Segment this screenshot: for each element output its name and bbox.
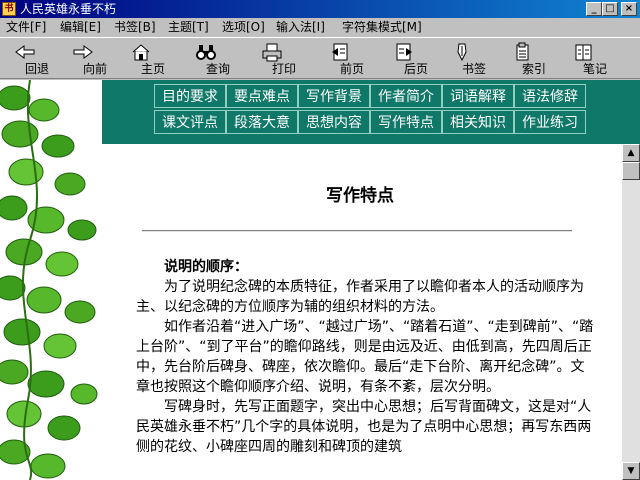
ivy-leaves-decoration bbox=[0, 80, 102, 480]
article-body: 说明的顺序： 为了说明纪念碑的本质特征，作者采用了以瞻仰者本人的活动顺序为主、以… bbox=[136, 257, 596, 457]
paragraph-3: 写碑身时，先写正面题字，突出中心思想；后写背面碑文，这是对“人民英雄永垂不朽”几… bbox=[136, 399, 592, 455]
printer-icon bbox=[262, 43, 282, 62]
forward-arrow-icon bbox=[73, 45, 93, 59]
prev-page-icon bbox=[332, 43, 348, 61]
notes-icon bbox=[575, 44, 592, 61]
divider bbox=[142, 230, 572, 232]
notes-button[interactable]: 笔记 bbox=[571, 40, 619, 78]
page-title: 写作特点 bbox=[326, 186, 394, 206]
menu-options[interactable]: 选项[O] bbox=[222, 20, 265, 34]
close-button[interactable]: × bbox=[621, 2, 637, 16]
toolbar: 回退 向前 主页 查询 打印 前页 后页 书签 索引 笔记 bbox=[0, 37, 640, 79]
home-icon bbox=[132, 44, 150, 61]
content-area: 目的要求 要点难点 写作背景 作者简介 词语解释 语法修辞 课文评点 段落大意 … bbox=[0, 80, 622, 480]
nav-paragraph-summary[interactable]: 段落大意 bbox=[226, 110, 298, 134]
nav-key-points[interactable]: 要点难点 bbox=[226, 84, 298, 108]
print-label: 打印 bbox=[271, 62, 296, 76]
bookmark-button[interactable]: 书签 bbox=[450, 40, 498, 78]
index-label: 索引 bbox=[521, 62, 546, 76]
bookmark-label: 书签 bbox=[461, 62, 486, 76]
title-bar: 书 人民英雄永垂不朽 _ □ × bbox=[0, 0, 640, 18]
home-label: 主页 bbox=[140, 62, 165, 76]
search-button[interactable]: 查询 bbox=[194, 40, 242, 78]
nav-commentary[interactable]: 课文评点 bbox=[154, 110, 226, 134]
window-title: 人民英雄永垂不朽 bbox=[20, 2, 117, 16]
menu-charset[interactable]: 字符集模式[M] bbox=[342, 20, 422, 34]
nav-ideas[interactable]: 思想内容 bbox=[298, 110, 370, 134]
nav-writing-features[interactable]: 写作特点 bbox=[370, 110, 442, 134]
index-icon bbox=[516, 42, 529, 61]
scroll-thumb[interactable] bbox=[622, 162, 640, 180]
minimize-button[interactable]: _ bbox=[586, 2, 602, 16]
section-nav-panel: 目的要求 要点难点 写作背景 作者简介 词语解释 语法修辞 课文评点 段落大意 … bbox=[102, 80, 622, 144]
menu-edit[interactable]: 编辑[E] bbox=[60, 20, 101, 34]
forward-label: 向前 bbox=[82, 62, 107, 76]
nav-panel-extension bbox=[622, 80, 640, 144]
home-button[interactable]: 主页 bbox=[129, 40, 177, 78]
vertical-scrollbar[interactable]: ▲ ▼ bbox=[622, 144, 640, 480]
binoculars-icon bbox=[196, 45, 216, 60]
nav-related[interactable]: 相关知识 bbox=[442, 110, 514, 134]
nav-background[interactable]: 写作背景 bbox=[298, 84, 370, 108]
nav-homework[interactable]: 作业练习 bbox=[514, 110, 586, 134]
nav-author[interactable]: 作者简介 bbox=[370, 84, 442, 108]
menu-topic[interactable]: 主题[T] bbox=[168, 20, 209, 34]
nav-vocabulary[interactable]: 词语解释 bbox=[442, 84, 514, 108]
back-label: 回退 bbox=[24, 62, 49, 76]
next-page-button[interactable]: 后页 bbox=[392, 40, 440, 78]
prev-page-label: 前页 bbox=[339, 62, 364, 76]
nav-grammar[interactable]: 语法修辞 bbox=[514, 84, 586, 108]
print-button[interactable]: 打印 bbox=[260, 40, 308, 78]
scroll-down-button[interactable]: ▼ bbox=[622, 462, 640, 480]
section-subheading: 说明的顺序： bbox=[164, 259, 248, 275]
menu-file[interactable]: 文件[F] bbox=[6, 20, 46, 34]
paragraph-1: 为了说明纪念碑的本质特征，作者采用了以瞻仰者本人的活动顺序为主、以纪念碑的方位顺… bbox=[136, 279, 584, 315]
bookmark-icon bbox=[457, 43, 467, 62]
search-label: 查询 bbox=[205, 62, 230, 76]
maximize-button[interactable]: □ bbox=[602, 2, 618, 16]
menu-bookmark[interactable]: 书签[B] bbox=[114, 20, 156, 34]
app-icon[interactable]: 书 bbox=[2, 2, 16, 16]
prev-page-button[interactable]: 前页 bbox=[328, 40, 376, 78]
index-button[interactable]: 索引 bbox=[510, 40, 558, 78]
scroll-up-button[interactable]: ▲ bbox=[622, 144, 640, 162]
back-button[interactable]: 回退 bbox=[13, 40, 61, 78]
nav-objectives[interactable]: 目的要求 bbox=[154, 84, 226, 108]
paragraph-2: 如作者沿着“进入广场”、“越过广场”、“踏着石道”、“走到碑前”、“踏上台阶”、… bbox=[136, 319, 594, 395]
forward-button[interactable]: 向前 bbox=[71, 40, 119, 78]
next-page-icon bbox=[396, 43, 412, 61]
notes-label: 笔记 bbox=[582, 62, 607, 76]
menu-input[interactable]: 输入法[I] bbox=[276, 20, 325, 34]
menu-bar: 文件[F] 编辑[E] 书签[B] 主题[T] 选项[O] 输入法[I] 字符集… bbox=[0, 18, 640, 36]
next-page-label: 后页 bbox=[403, 62, 428, 76]
back-arrow-icon bbox=[15, 45, 35, 59]
